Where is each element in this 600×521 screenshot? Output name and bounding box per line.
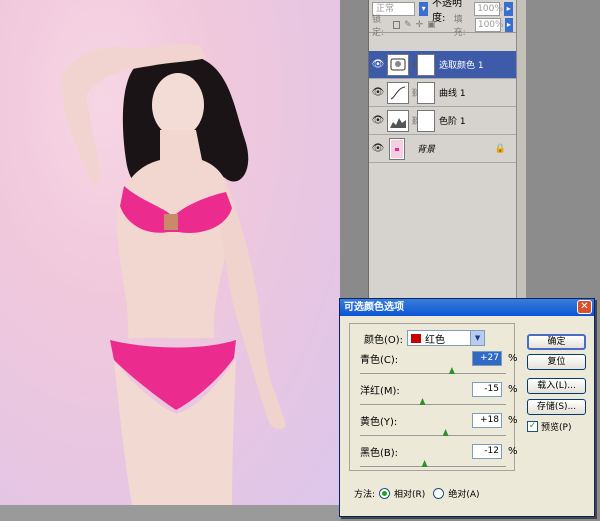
workspace-background — [526, 0, 600, 300]
horizontal-scrollbar[interactable] — [0, 505, 340, 521]
cyan-label: 青色(C): — [360, 355, 399, 366]
ok-button[interactable]: 确定 — [527, 334, 586, 350]
cyan-input[interactable]: +27 — [472, 351, 502, 366]
layer-row-selective-color[interactable]: 👁 ⛓ 选取颜色 1 — [369, 51, 516, 79]
layer-name[interactable]: 色阶 1 — [439, 114, 466, 127]
curves-icon — [387, 81, 409, 104]
color-adjust-group: 颜色(O): 红色 ▼ 青色(C): +27 % 洋红(M): -15 % 黄色… — [349, 323, 518, 471]
lock-brush-icon[interactable]: ✎ — [404, 20, 412, 30]
opacity-input[interactable]: 100% — [474, 1, 503, 16]
black-slider[interactable] — [360, 460, 506, 467]
layer-mask-thumb[interactable] — [417, 53, 435, 76]
model-photo — [60, 44, 286, 505]
color-swatch — [411, 333, 422, 343]
slider-knob[interactable] — [421, 460, 428, 467]
preview-label: 预览(P) — [541, 423, 572, 433]
black-input[interactable]: -12 — [472, 444, 502, 459]
layer-mask-thumb[interactable] — [417, 81, 435, 104]
layer-row-curves[interactable]: 👁 ⛓ 曲线 1 — [369, 79, 516, 107]
selective-color-dialog: 可选颜色选项 ✕ 颜色(O): 红色 ▼ 青色(C): +27 % 洋红(M):… — [339, 298, 595, 517]
selective-color-icon — [387, 53, 409, 76]
color-row: 颜色(O): 红色 ▼ — [364, 330, 486, 346]
lock-transparency-icon[interactable] — [393, 20, 401, 29]
method-relative-label[interactable]: 相对(R) — [394, 487, 425, 500]
fill-arrow-icon[interactable]: ▸ — [504, 17, 513, 32]
save-button[interactable]: 存储(S)... — [527, 399, 586, 415]
cyan-row: 青色(C): +27 % — [360, 351, 520, 366]
lock-all-icon[interactable]: ▣ — [427, 20, 436, 30]
method-relative-radio[interactable] — [379, 488, 391, 499]
photo-canvas[interactable] — [0, 0, 340, 505]
layer-name[interactable]: 曲线 1 — [439, 86, 466, 99]
layer-mask-thumb[interactable] — [417, 109, 435, 132]
magenta-input[interactable]: -15 — [472, 382, 502, 397]
layers-panel: 正常 ▾ 不透明度: 100% ▸ 锁定: ✎ ✛ ▣ 填充: 100% ▸ 👁… — [368, 0, 516, 300]
percent-unit: % — [508, 353, 518, 364]
method-label: 方法: — [354, 490, 376, 500]
color-select[interactable]: 红色 ▼ — [407, 330, 486, 346]
preview-checkbox[interactable]: ✓ 预览(P) — [527, 420, 571, 433]
opacity-arrow-icon[interactable]: ▸ — [504, 1, 513, 16]
percent-unit: % — [508, 384, 518, 395]
black-label: 黑色(B): — [360, 448, 399, 459]
eye-icon[interactable]: 👁 — [369, 115, 387, 126]
layer-name[interactable]: 背景 — [417, 142, 435, 155]
fill-input[interactable]: 100% — [474, 17, 504, 32]
layer-row-levels[interactable]: 👁 ⛓ 色阶 1 — [369, 107, 516, 135]
yellow-input[interactable]: +18 — [472, 413, 502, 428]
black-row: 黑色(B): -12 % — [360, 444, 520, 459]
load-button[interactable]: 载入(L)... — [527, 378, 586, 394]
yellow-label: 黄色(Y): — [360, 417, 398, 428]
percent-unit: % — [508, 415, 518, 426]
magenta-slider[interactable] — [360, 398, 506, 405]
layer-row-background[interactable]: 👁 背景 🔒 — [369, 135, 516, 163]
blend-opacity-row: 正常 ▾ 不透明度: 100% ▸ — [369, 0, 516, 24]
eye-icon[interactable]: 👁 — [369, 87, 387, 98]
check-icon[interactable]: ✓ — [527, 421, 538, 432]
lock-icon: 🔒 — [494, 143, 506, 154]
layer-name[interactable]: 选取颜色 1 — [439, 58, 484, 71]
slider-knob[interactable] — [442, 429, 449, 436]
close-icon[interactable]: ✕ — [577, 300, 592, 314]
lock-move-icon[interactable]: ✛ — [416, 20, 424, 30]
color-label: 颜色(O): — [364, 334, 404, 346]
levels-icon — [387, 109, 409, 132]
cyan-slider[interactable] — [360, 367, 506, 374]
fill-label: 填充: — [453, 14, 466, 38]
magenta-label: 洋红(M): — [360, 386, 400, 397]
eye-icon[interactable]: 👁 — [369, 59, 387, 70]
method-absolute-label[interactable]: 绝对(A) — [448, 487, 479, 500]
method-absolute-radio[interactable] — [433, 488, 445, 499]
photo-thumbnail — [389, 137, 405, 160]
reset-button[interactable]: 复位 — [527, 354, 586, 370]
method-row: 方法: 相对(R) 绝对(A) — [354, 487, 480, 500]
slider-knob[interactable] — [419, 398, 426, 405]
layers-scrollbar[interactable] — [516, 0, 526, 300]
percent-unit: % — [508, 446, 518, 457]
chevron-down-icon[interactable]: ▼ — [470, 331, 485, 345]
dialog-titlebar[interactable]: 可选颜色选项 ✕ — [340, 299, 594, 316]
magenta-row: 洋红(M): -15 % — [360, 382, 520, 397]
color-value: 红色 — [425, 334, 446, 346]
slider-knob[interactable] — [448, 367, 455, 374]
chevron-down-icon[interactable]: ▾ — [419, 1, 429, 16]
dialog-title: 可选颜色选项 — [344, 302, 404, 313]
yellow-row: 黄色(Y): +18 % — [360, 413, 520, 428]
lock-label: 锁定: — [372, 14, 385, 38]
yellow-slider[interactable] — [360, 429, 506, 436]
eye-icon[interactable]: 👁 — [369, 143, 387, 154]
